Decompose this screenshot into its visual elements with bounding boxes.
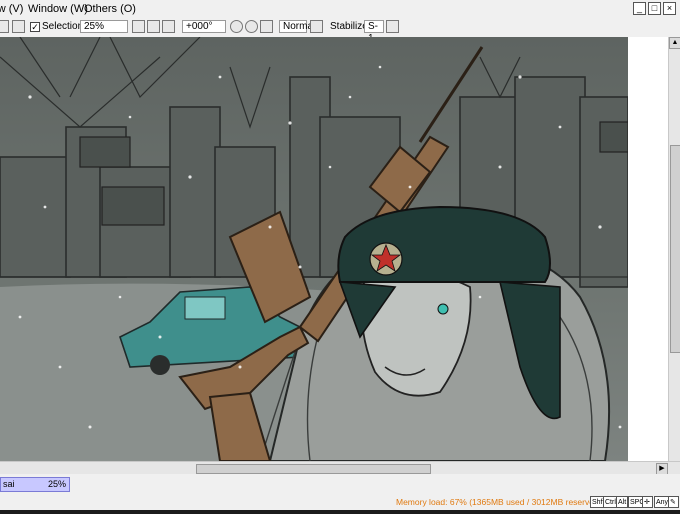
document-name: sai <box>3 479 15 489</box>
memory-load-text: Memory load: 67% (1365MB used / 3012MB r… <box>396 497 602 507</box>
scroll-up-icon[interactable]: ▲ <box>669 37 680 49</box>
toolbar: ✓ Selection 25% +000° Normal Stabilizer … <box>0 17 680 44</box>
maximize-button[interactable]: □ <box>648 2 661 15</box>
menu-window[interactable]: Window (W) <box>28 3 88 15</box>
rotate-right-icon[interactable] <box>245 20 258 33</box>
stabilizer-dropdown-icon[interactable] <box>386 20 399 33</box>
horizontal-scroll-thumb[interactable] <box>196 464 431 474</box>
canvas-artwork <box>0 37 628 461</box>
selection-label: Selection <box>42 21 84 32</box>
zoom-out-button[interactable] <box>132 20 145 33</box>
menu-others[interactable]: Others (O) <box>84 3 136 15</box>
document-tab-bar: sai 25% <box>0 474 680 494</box>
toolbar-button[interactable] <box>0 20 9 33</box>
document-zoom: 25% <box>47 479 66 489</box>
horizontal-scrollbar[interactable]: ▶ <box>0 461 680 475</box>
crosshair-icon: ✛ <box>642 496 653 508</box>
close-button[interactable]: × <box>663 2 676 15</box>
stabilizer-field[interactable]: S-1 <box>364 20 384 44</box>
zoom-field[interactable]: 25% <box>80 20 128 33</box>
window-controls: _ □ × <box>633 2 676 15</box>
vertical-scrollbar[interactable]: ▲ <box>668 37 680 461</box>
canvas-gutter <box>628 37 668 461</box>
rotate-left-icon[interactable] <box>230 20 243 33</box>
rotation-reset-button[interactable] <box>260 20 273 33</box>
minimize-button[interactable]: _ <box>633 2 646 15</box>
rotation-field[interactable]: +000° <box>182 20 226 33</box>
taskbar <box>0 510 680 514</box>
document-tab[interactable]: sai 25% <box>0 477 70 492</box>
blend-mode-field[interactable]: Normal <box>279 20 315 33</box>
zoom-reset-button[interactable] <box>162 20 175 33</box>
drawing-canvas[interactable] <box>0 37 628 461</box>
key-alt-indicator: Alt <box>616 496 629 508</box>
zoom-in-button[interactable] <box>147 20 160 33</box>
menu-bar: View (V) Window (W) Others (O) _ □ × <box>0 0 680 17</box>
pen-icon: ✎ <box>668 496 679 508</box>
toolbar-button[interactable] <box>12 20 25 33</box>
flip-icon[interactable] <box>310 20 323 33</box>
menu-view[interactable]: View (V) <box>0 3 23 15</box>
vertical-scroll-thumb[interactable] <box>670 145 680 353</box>
selection-checkbox[interactable]: ✓ <box>30 22 40 32</box>
